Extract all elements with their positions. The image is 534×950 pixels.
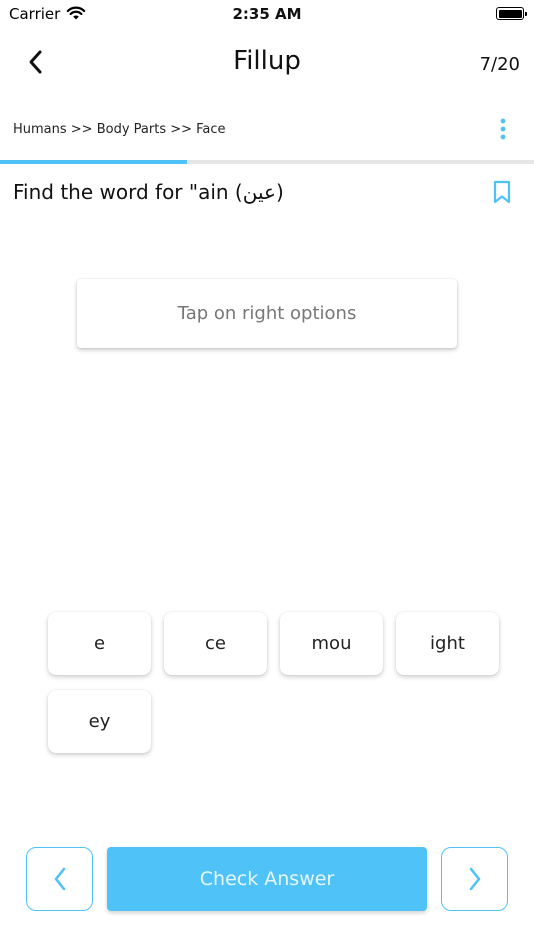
option-tile[interactable]: ce <box>164 612 267 675</box>
more-vertical-icon <box>500 118 506 140</box>
progress-bar <box>0 160 534 164</box>
bookmark-icon <box>493 180 511 204</box>
bookmark-button[interactable] <box>492 180 516 206</box>
clock: 2:35 AM <box>232 5 302 23</box>
chevron-left-icon <box>54 867 65 891</box>
more-options-button[interactable] <box>490 116 516 142</box>
question-counter: 7/20 <box>479 54 520 75</box>
option-tile[interactable]: e <box>48 612 151 675</box>
question-text: Find the word for "ain (عين) <box>13 180 284 204</box>
nav-bar: Fillup 7/20 <box>0 40 534 86</box>
check-answer-button[interactable]: Check Answer <box>107 847 427 911</box>
page-title: Fillup <box>233 46 301 76</box>
option-tile[interactable]: mou <box>280 612 383 675</box>
status-bar: Carrier 2:35 AM <box>0 0 534 28</box>
previous-button[interactable] <box>26 847 93 911</box>
breadcrumb: Humans >> Body Parts >> Face <box>13 122 226 137</box>
bottom-action-bar: Check Answer <box>0 847 534 911</box>
back-button[interactable] <box>20 46 52 78</box>
option-tile[interactable]: ey <box>48 690 151 753</box>
progress-fill <box>0 160 187 164</box>
next-button[interactable] <box>441 847 508 911</box>
chevron-right-icon <box>469 867 480 891</box>
chevron-left-icon <box>29 50 42 74</box>
option-tile[interactable]: ight <box>396 612 499 675</box>
answer-drop-zone[interactable]: Tap on right options <box>77 279 457 348</box>
battery-icon <box>496 7 527 20</box>
